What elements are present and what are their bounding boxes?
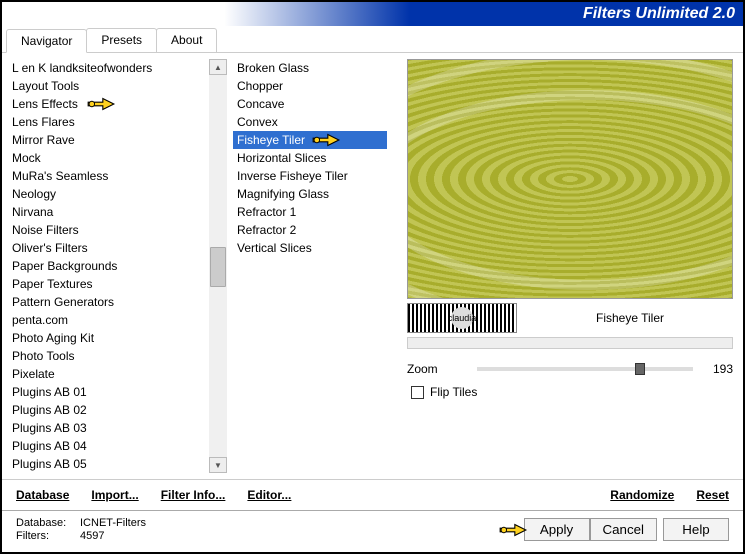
progress-bar	[407, 337, 733, 349]
category-item[interactable]: MuRa's Seamless	[8, 167, 209, 185]
randomize-link[interactable]: Randomize	[610, 488, 674, 502]
category-item[interactable]: Paper Textures	[8, 275, 209, 293]
zoom-label: Zoom	[407, 362, 467, 376]
category-item[interactable]: Plugins AB 03	[8, 419, 209, 437]
category-item[interactable]: Plugins AB 04	[8, 437, 209, 455]
scroll-up-icon[interactable]: ▲	[209, 59, 227, 75]
category-item[interactable]: Layout Tools	[8, 77, 209, 95]
preview-column: claudia Fisheye Tiler Zoom 193 Flip Tile…	[387, 53, 743, 479]
category-item[interactable]: L en K landksiteofwonders	[8, 59, 209, 77]
tab-about[interactable]: About	[156, 28, 217, 52]
category-item[interactable]: Paper Backgrounds	[8, 257, 209, 275]
category-list[interactable]: L en K landksiteofwondersLayout ToolsLen…	[8, 59, 209, 473]
category-item[interactable]: Photo Tools	[8, 347, 209, 365]
flip-tiles-row[interactable]: Flip Tiles	[411, 379, 733, 405]
watermark-text: claudia	[451, 307, 473, 329]
category-item[interactable]: Nirvana	[8, 203, 209, 221]
editor-link[interactable]: Editor...	[247, 488, 291, 502]
category-item[interactable]: penta.com	[8, 311, 209, 329]
tab-presets[interactable]: Presets	[86, 28, 157, 52]
hand-cursor-icon	[311, 131, 341, 149]
category-item[interactable]: Plugins AB 05	[8, 455, 209, 473]
import-link[interactable]: Import...	[91, 488, 138, 502]
filter-item[interactable]: Broken Glass	[233, 59, 387, 77]
toolbar: Database Import... Filter Info... Editor…	[2, 479, 743, 510]
tab-navigator[interactable]: Navigator	[6, 29, 87, 53]
hand-cursor-icon	[86, 95, 116, 113]
filter-column: Broken GlassChopperConcaveConvexFisheye …	[227, 53, 387, 479]
category-item[interactable]: Pattern Generators	[8, 293, 209, 311]
current-filter-name: Fisheye Tiler	[527, 311, 733, 325]
apply-button-wrapper: Apply	[524, 518, 590, 541]
titlebar: Filters Unlimited 2.0	[2, 2, 743, 26]
watermark-logo: claudia	[407, 303, 517, 333]
category-item[interactable]: Neology	[8, 185, 209, 203]
scroll-down-icon[interactable]: ▼	[209, 457, 227, 473]
category-item[interactable]: Mirror Rave	[8, 131, 209, 149]
category-item[interactable]: Plugins AB 01	[8, 383, 209, 401]
category-item[interactable]: Plugins AB 02	[8, 401, 209, 419]
scroll-track[interactable]	[209, 75, 227, 457]
filter-item[interactable]: Refractor 2	[233, 221, 387, 239]
zoom-value: 193	[703, 362, 733, 376]
filters-count-value: 4597	[80, 530, 146, 542]
preview-image	[407, 59, 733, 299]
apply-button[interactable]: Apply	[524, 518, 590, 541]
category-item[interactable]: Lens Effects	[8, 95, 209, 113]
zoom-slider-thumb[interactable]	[635, 363, 645, 375]
zoom-slider[interactable]	[477, 367, 693, 371]
filter-info-link[interactable]: Filter Info...	[161, 488, 226, 502]
filter-item[interactable]: Horizontal Slices	[233, 149, 387, 167]
filter-item[interactable]: Concave	[233, 95, 387, 113]
filter-item[interactable]: Chopper	[233, 77, 387, 95]
zoom-param-row: Zoom 193	[407, 359, 733, 379]
filter-item[interactable]: Convex	[233, 113, 387, 131]
database-label: Database:	[16, 517, 76, 529]
filter-item[interactable]: Fisheye Tiler	[233, 131, 387, 149]
app-window: Filters Unlimited 2.0 NavigatorPresetsAb…	[0, 0, 745, 554]
footer-info: Database: ICNET-Filters Filters: 4597	[16, 517, 146, 542]
footer: Database: ICNET-Filters Filters: 4597 Ap…	[2, 510, 743, 552]
database-link[interactable]: Database	[16, 488, 69, 502]
category-column: L en K landksiteofwondersLayout ToolsLen…	[2, 53, 209, 479]
filters-count-label: Filters:	[16, 530, 76, 542]
filter-item[interactable]: Inverse Fisheye Tiler	[233, 167, 387, 185]
filter-item[interactable]: Vertical Slices	[233, 239, 387, 257]
category-item[interactable]: Lens Flares	[8, 113, 209, 131]
category-item[interactable]: Photo Aging Kit	[8, 329, 209, 347]
flip-tiles-checkbox[interactable]	[411, 386, 424, 399]
category-item[interactable]: Mock	[8, 149, 209, 167]
main-panel: L en K landksiteofwondersLayout ToolsLen…	[2, 53, 743, 479]
scroll-thumb[interactable]	[210, 247, 226, 287]
filter-item[interactable]: Refractor 1	[233, 203, 387, 221]
filter-list[interactable]: Broken GlassChopperConcaveConvexFisheye …	[233, 59, 387, 473]
database-value: ICNET-Filters	[80, 517, 146, 529]
tab-bar: NavigatorPresetsAbout	[2, 28, 743, 53]
cancel-button[interactable]: Cancel	[590, 518, 658, 541]
help-button[interactable]: Help	[663, 518, 729, 541]
category-item[interactable]: Noise Filters	[8, 221, 209, 239]
filter-title-row: claudia Fisheye Tiler	[407, 299, 733, 337]
category-item[interactable]: Oliver's Filters	[8, 239, 209, 257]
app-title: Filters Unlimited 2.0	[583, 5, 735, 23]
reset-link[interactable]: Reset	[696, 488, 729, 502]
filter-item[interactable]: Magnifying Glass	[233, 185, 387, 203]
flip-tiles-label: Flip Tiles	[430, 385, 477, 399]
category-scrollbar[interactable]: ▲ ▼	[209, 59, 227, 473]
category-item[interactable]: Pixelate	[8, 365, 209, 383]
